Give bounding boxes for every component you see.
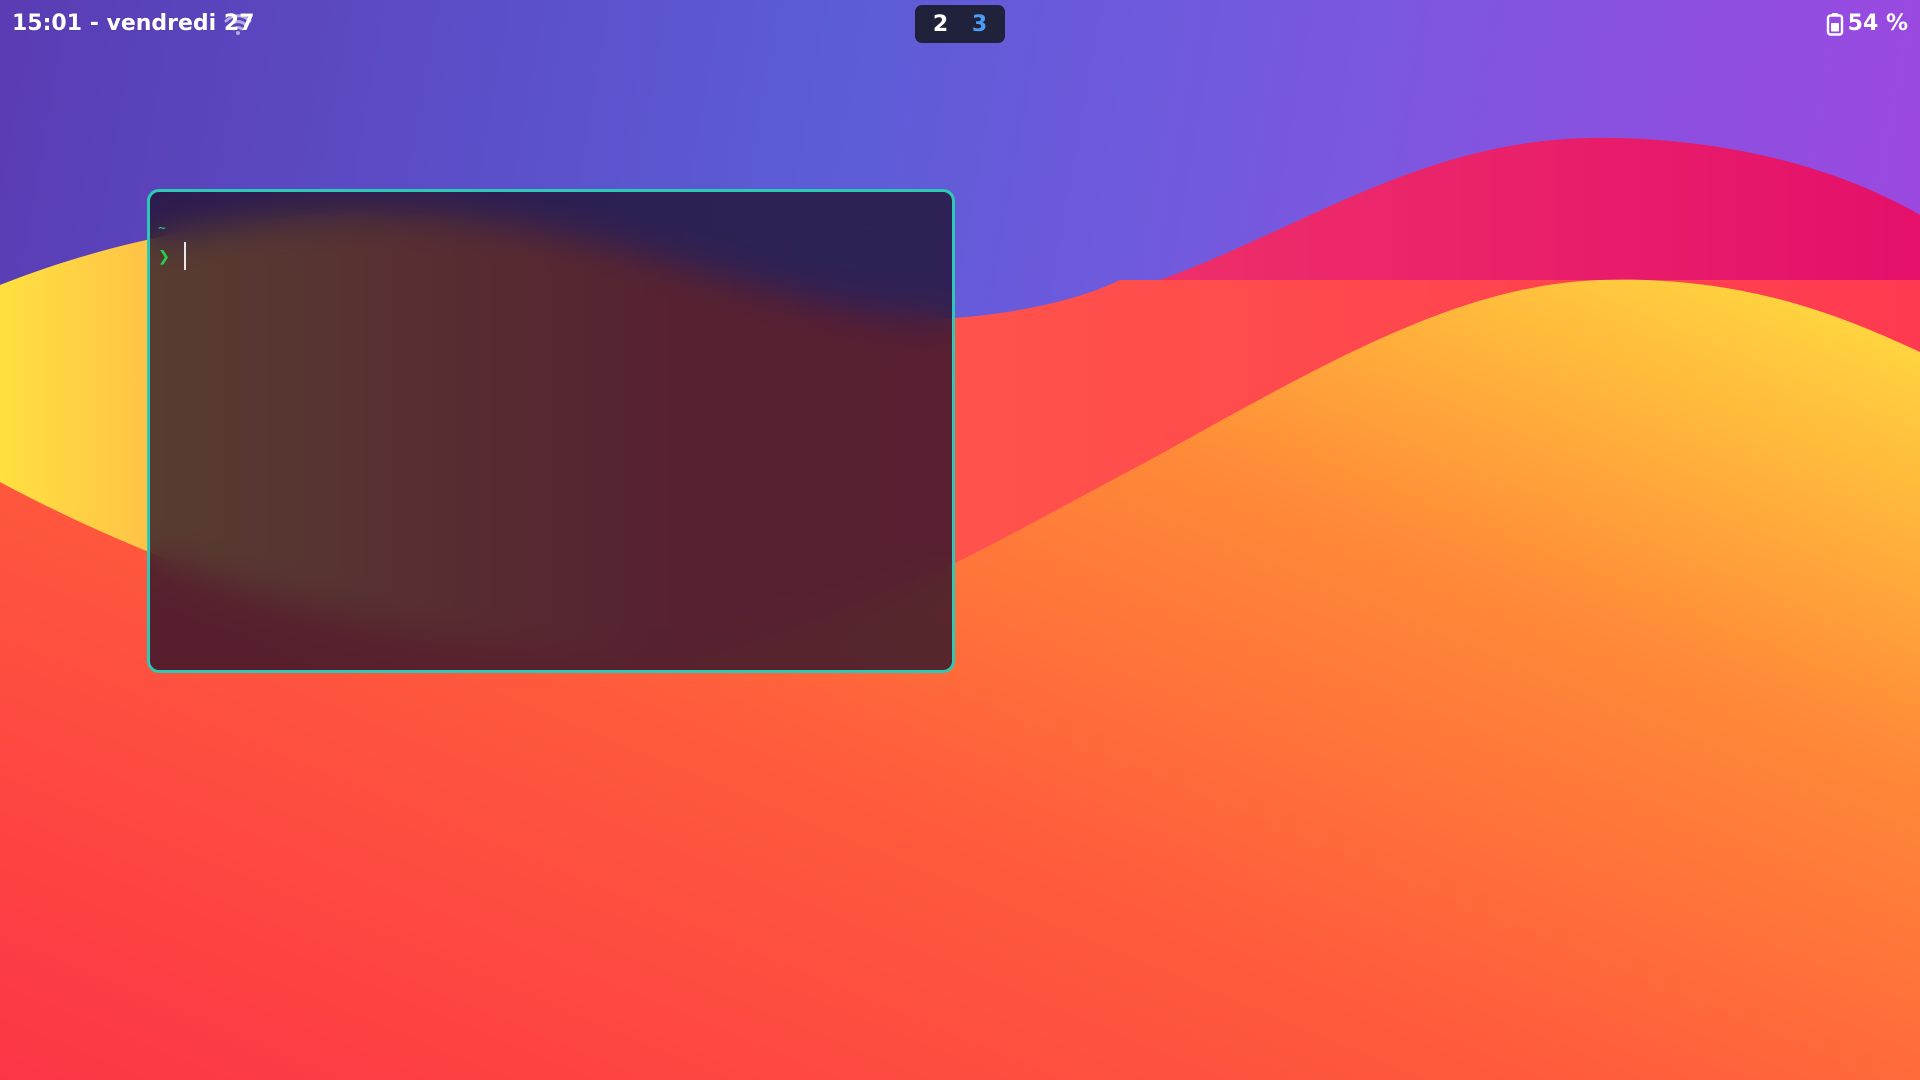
text-cursor — [184, 242, 187, 270]
terminal-content[interactable]: ~ ❯ — [158, 221, 187, 270]
battery-indicator[interactable]: 54 % — [1826, 10, 1908, 38]
prompt-path: ~ — [158, 221, 166, 236]
prompt-chevron-icon: ❯ — [158, 244, 171, 268]
battery-percentage: 54 % — [1847, 11, 1908, 36]
workspace-switcher: 2 3 — [915, 5, 1005, 43]
prompt-line[interactable]: ❯ — [158, 242, 187, 270]
workspace-2-button[interactable]: 2 — [924, 12, 958, 37]
workspace-3-button[interactable]: 3 — [963, 12, 997, 37]
terminal-window[interactable]: ~ ❯ — [147, 189, 955, 673]
battery-icon — [1826, 13, 1843, 36]
wifi-icon[interactable] — [224, 12, 252, 36]
desktop: 15:01 - vendredi 27 2 3 54 % ~ ❯ — [0, 0, 1920, 1080]
clock[interactable]: 15:01 - vendredi 27 — [12, 10, 254, 38]
